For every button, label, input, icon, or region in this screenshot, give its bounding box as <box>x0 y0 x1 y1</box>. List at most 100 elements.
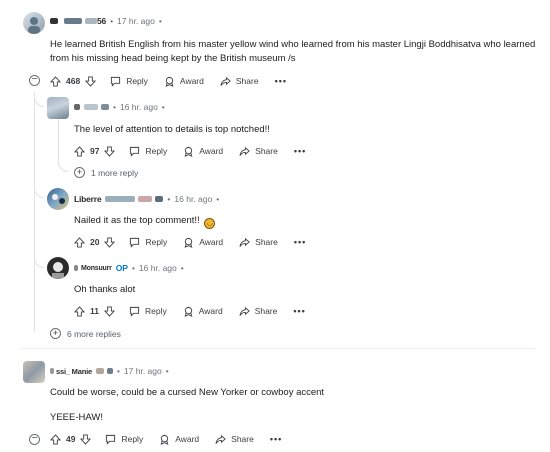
separator: • <box>165 366 169 376</box>
comment-time[interactable]: 16 hr. ago <box>120 102 158 112</box>
comment-time[interactable]: 17 hr. ago <box>124 366 162 376</box>
avatar[interactable] <box>47 97 69 119</box>
ellipsis-icon[interactable]: ••• <box>294 146 306 156</box>
plus-circle-icon: + <box>50 328 61 339</box>
comment-actions: 11 Reply Award Share ••• <box>74 304 306 318</box>
comment-text: He learned British English from his mast… <box>50 39 536 64</box>
award-icon <box>165 76 174 87</box>
comment-text: The level of attention to details is top… <box>74 124 270 135</box>
share-arrow-icon <box>239 237 250 247</box>
username-redacted <box>74 104 80 110</box>
reply-label: Reply <box>126 76 148 86</box>
reply-button[interactable]: Reply <box>129 146 167 157</box>
comment-meta: ssi_ Manie • 17 hr. ago • <box>50 366 169 376</box>
vote-count: 11 <box>90 306 99 316</box>
share-label: Share <box>254 306 278 316</box>
separator: • <box>113 102 116 112</box>
share-button[interactable]: Share <box>239 146 278 157</box>
vote-group: 11 <box>74 305 115 317</box>
username-redacted <box>74 265 78 271</box>
share-button[interactable]: Share <box>239 237 278 248</box>
vote-group: 468 <box>50 75 97 87</box>
reply-button[interactable]: Reply <box>129 237 167 248</box>
share-arrow-icon <box>220 76 231 86</box>
username[interactable]: ssi_ Manie <box>56 367 92 376</box>
username[interactable]: Monsuurr <box>81 265 112 272</box>
arrow-up-icon[interactable] <box>74 236 85 248</box>
avatar[interactable] <box>47 257 69 279</box>
comment-time[interactable]: 16 hr. ago <box>174 194 212 204</box>
comment-text: YEEE-HAW! <box>50 412 103 423</box>
vote-count: 97 <box>90 146 100 156</box>
award-icon <box>184 306 193 317</box>
plus-circle-icon: + <box>74 167 85 178</box>
arrow-up-icon[interactable] <box>74 145 85 157</box>
arrow-down-icon[interactable] <box>104 145 116 157</box>
comment-time[interactable]: 17 hr. ago <box>117 16 155 26</box>
collapse-icon[interactable]: − <box>29 75 40 86</box>
award-label: Award <box>199 146 224 156</box>
comment-text: Oh thanks alot <box>74 284 136 295</box>
username-redacted <box>50 18 58 24</box>
ellipsis-icon[interactable]: ••• <box>293 306 305 316</box>
reply-button[interactable]: Reply <box>110 76 148 87</box>
more-replies-label: 6 more replies <box>67 328 121 339</box>
avatar[interactable] <box>23 12 45 34</box>
thread-curve <box>34 95 44 107</box>
username[interactable]: 56 <box>97 16 106 26</box>
ellipsis-icon[interactable]: ••• <box>294 237 306 247</box>
comment-meta: Liberre • 16 hr. ago • <box>74 194 219 204</box>
comment-meta: Monsuurr OP • 16 hr. ago • <box>74 263 184 273</box>
more-replies-button[interactable]: + 1 more reply <box>74 167 138 178</box>
award-button[interactable]: Award <box>183 146 223 157</box>
arrow-down-icon[interactable] <box>80 433 92 445</box>
username-redacted <box>84 104 98 110</box>
avatar[interactable] <box>23 361 45 383</box>
comment-text-content: Nailed it as the top comment!! <box>74 215 200 226</box>
share-button[interactable]: Share <box>239 306 278 317</box>
award-button[interactable]: Award <box>164 76 204 87</box>
award-button[interactable]: Award <box>183 306 223 317</box>
comment-text: Could be worse, could be a cursed New Yo… <box>50 387 325 398</box>
arrow-down-icon[interactable] <box>85 75 97 87</box>
vote-group: 97 <box>74 145 116 157</box>
share-button[interactable]: Share <box>220 76 259 87</box>
share-arrow-icon <box>215 434 226 444</box>
thread-divider <box>20 348 535 349</box>
thread-curve <box>58 160 68 172</box>
award-icon <box>184 237 193 248</box>
arrow-down-icon[interactable] <box>104 236 116 248</box>
ellipsis-icon[interactable]: ••• <box>275 76 287 86</box>
separator: • <box>110 16 114 26</box>
reply-button[interactable]: Reply <box>105 434 143 445</box>
arrow-down-icon[interactable] <box>104 305 115 317</box>
username-redacted <box>105 196 136 202</box>
comment-text: Nailed it as the top comment!! ◡ <box>74 214 514 229</box>
thread-curve <box>34 188 44 198</box>
arrow-up-icon[interactable] <box>50 433 61 445</box>
award-icon <box>160 434 169 445</box>
comment-time[interactable]: 16 hr. ago <box>139 263 177 273</box>
speech-bubble-icon <box>111 76 121 87</box>
arrow-up-icon[interactable] <box>74 305 85 317</box>
award-button[interactable]: Award <box>183 237 223 248</box>
avatar[interactable] <box>47 188 69 210</box>
share-button[interactable]: Share <box>215 434 254 445</box>
award-label: Award <box>198 306 223 316</box>
separator: • <box>180 263 184 273</box>
award-label: Award <box>179 76 204 86</box>
award-button[interactable]: Award <box>159 434 199 445</box>
collapse-icon[interactable]: − <box>29 434 40 445</box>
ellipsis-icon[interactable]: ••• <box>270 434 282 444</box>
more-replies-button[interactable]: + 6 more replies <box>50 328 121 339</box>
comment-actions: 468 Reply Award Share ••• <box>50 74 287 88</box>
share-arrow-icon <box>239 146 250 156</box>
username[interactable]: Liberre <box>74 194 102 204</box>
vote-group: 49 <box>50 433 92 445</box>
award-icon <box>184 146 193 157</box>
username-redacted <box>101 104 109 110</box>
speech-bubble-icon <box>130 237 140 248</box>
reply-button[interactable]: Reply <box>129 306 167 317</box>
arrow-up-icon[interactable] <box>50 75 61 87</box>
vote-count: 468 <box>66 76 81 86</box>
